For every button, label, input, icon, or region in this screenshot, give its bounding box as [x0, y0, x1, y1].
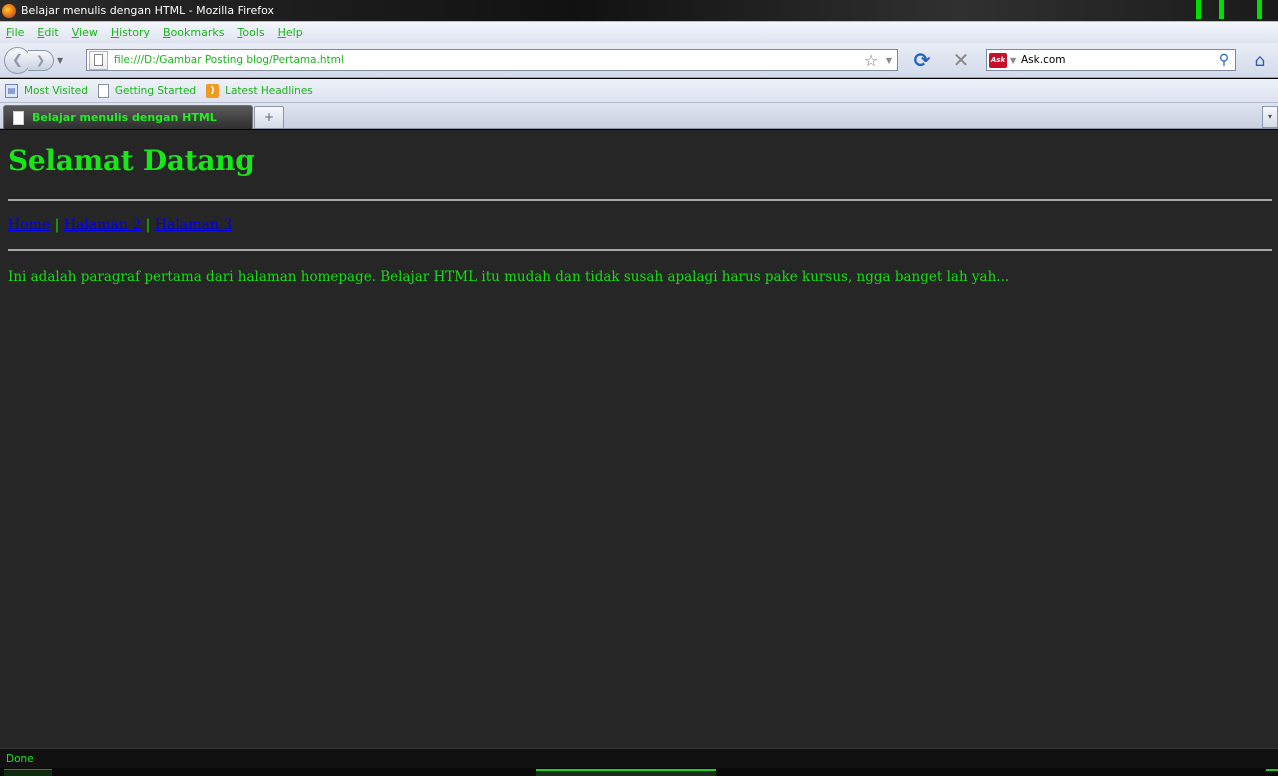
maximize-button[interactable] [1219, 0, 1224, 19]
menu-bar: File Edit View History Bookmarks Tools H… [0, 21, 1278, 43]
horizontal-rule [8, 199, 1272, 201]
most-visited-icon: ▤ [5, 83, 18, 98]
status-bar: Done [0, 748, 1278, 768]
reload-icon[interactable]: ⟳ [911, 50, 933, 72]
bookmark-getting-started[interactable]: Getting Started [97, 83, 197, 98]
new-tab-button[interactable]: + [254, 106, 284, 128]
page-nav-links: Home | Halaman 2 | Halaman 3 [8, 217, 1272, 233]
back-button[interactable]: ❮ [4, 47, 31, 74]
menu-help[interactable]: Help [278, 26, 303, 39]
window-controls [1196, 0, 1262, 20]
bookmark-label: Getting Started [114, 84, 197, 97]
page-content: Selamat Datang Home | Halaman 2 | Halama… [0, 130, 1278, 748]
link-home[interactable]: Home [8, 217, 50, 233]
rss-feed-icon: ) [206, 83, 220, 98]
tab-active[interactable]: Belajar menulis dengan HTML [3, 105, 253, 129]
bookmark-latest-headlines[interactable]: ) Latest Headlines [206, 83, 313, 98]
url-dropdown-icon[interactable]: ▼ [881, 56, 897, 65]
url-input[interactable]: file:///D:/Gambar Posting blog/Pertama.h… [114, 54, 861, 66]
engine-dropdown-icon: ▼ [1010, 55, 1017, 65]
search-bar[interactable]: Ask ▼ ⚲ [986, 49, 1236, 71]
start-button[interactable] [4, 769, 52, 776]
menu-history[interactable]: History [111, 26, 150, 39]
link-separator: | [141, 217, 155, 233]
close-button[interactable] [1257, 0, 1262, 19]
page-heading: Selamat Datang [8, 144, 255, 177]
intro-paragraph: Ini adalah paragraf pertama dari halaman… [8, 269, 1010, 285]
link-halaman-2[interactable]: Halaman 2 [64, 217, 141, 233]
navigation-toolbar: ❮ ❯ ▼ file:///D:/Gambar Posting blog/Per… [0, 43, 1278, 78]
tab-strip: Belajar menulis dengan HTML + ▾ [0, 103, 1278, 129]
history-dropdown-icon[interactable]: ▼ [57, 56, 71, 65]
bookmarks-toolbar: ▤ Most Visited Getting Started ) Latest … [0, 79, 1278, 103]
page-icon [13, 110, 24, 125]
taskbar [0, 768, 1278, 776]
link-halaman-3[interactable]: Halaman 3 [155, 217, 232, 233]
menu-file[interactable]: File [6, 26, 24, 39]
page-identity-icon[interactable] [89, 50, 108, 70]
bookmark-star-icon[interactable]: ☆ [861, 51, 881, 70]
address-bar[interactable]: file:///D:/Gambar Posting blog/Pertama.h… [86, 49, 898, 71]
search-input[interactable] [1021, 51, 1213, 69]
forward-arrow-icon: ❯ [35, 54, 46, 67]
horizontal-rule [8, 249, 1272, 251]
home-icon[interactable]: ⌂ [1248, 50, 1272, 72]
firefox-logo-icon [2, 3, 16, 18]
minimize-button[interactable] [1196, 0, 1201, 19]
forward-button[interactable]: ❯ [28, 50, 54, 71]
back-arrow-icon: ❮ [12, 53, 23, 68]
bookmark-most-visited[interactable]: ▤ Most Visited [5, 83, 88, 98]
bookmark-label: Most Visited [24, 84, 88, 97]
link-separator: | [50, 217, 64, 233]
all-tabs-dropdown-icon[interactable]: ▾ [1262, 106, 1278, 128]
page-icon [97, 83, 109, 98]
menu-bookmarks[interactable]: Bookmarks [163, 26, 224, 39]
stop-icon[interactable]: ✕ [950, 50, 972, 72]
tab-label: Belajar menulis dengan HTML [32, 111, 217, 124]
search-icon[interactable]: ⚲ [1213, 52, 1235, 68]
status-text: Done [6, 753, 34, 765]
taskbar-item-firefox[interactable] [536, 769, 716, 776]
system-tray [1266, 769, 1278, 776]
window-title: Belajar menulis dengan HTML - Mozilla Fi… [21, 4, 274, 17]
menu-view[interactable]: View [72, 26, 98, 39]
ask-logo-icon: Ask [989, 52, 1007, 68]
search-engine-selector[interactable]: Ask ▼ [987, 50, 1021, 70]
back-forward-group: ❮ ❯ ▼ [4, 47, 78, 74]
menu-tools[interactable]: Tools [237, 26, 264, 39]
window-titlebar[interactable]: Belajar menulis dengan HTML - Mozilla Fi… [0, 0, 1278, 21]
menu-edit[interactable]: Edit [37, 26, 58, 39]
bookmark-label: Latest Headlines [225, 84, 313, 97]
